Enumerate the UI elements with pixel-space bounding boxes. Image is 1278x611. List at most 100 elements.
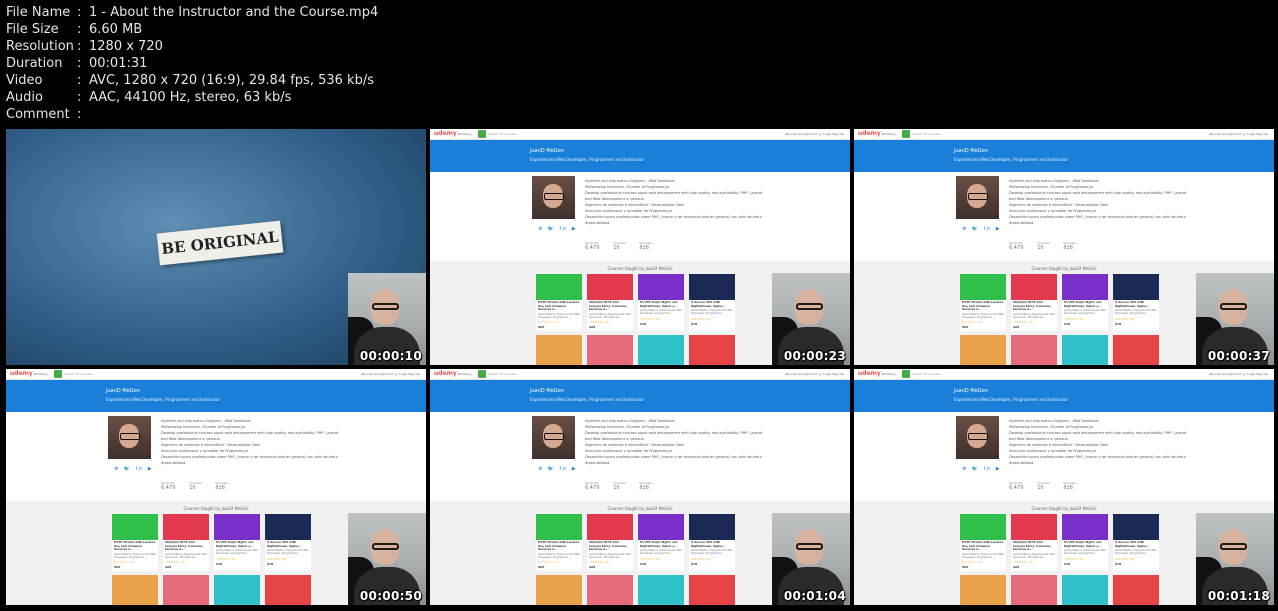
course-title: HTTP Clients with Laravel: Use and Consu… bbox=[538, 300, 580, 312]
meta-separator: : bbox=[77, 73, 82, 88]
course-cards: HTTP Clients with Laravel: Use and Consu… bbox=[960, 274, 1159, 331]
course-price: $65 bbox=[589, 325, 596, 330]
course-image bbox=[536, 514, 582, 540]
course-price: $65 bbox=[165, 565, 172, 570]
stat-value: 828 bbox=[1063, 485, 1073, 491]
course-author: JuanD MeGon, Experienced Web Developer, … bbox=[589, 312, 631, 319]
course-card-image[interactable] bbox=[1062, 575, 1108, 605]
course-card-image[interactable] bbox=[1011, 335, 1057, 365]
course-image bbox=[1062, 514, 1108, 540]
udemy-logo: udemy bbox=[434, 130, 457, 137]
course-card[interactable]: HTTP Clients with Laravel: Use and Consu… bbox=[960, 514, 1006, 571]
thumbnail-6[interactable]: udemy Browse ▾ Search for Courses Become… bbox=[854, 369, 1274, 605]
meta-label: Resolution bbox=[6, 39, 74, 54]
instructor-name: JuanD MeGon bbox=[954, 388, 988, 394]
course-card[interactable]: HTTP Clients with Laravel: Use and Consu… bbox=[536, 274, 582, 331]
course-card-image[interactable] bbox=[536, 575, 582, 605]
course-card-image[interactable] bbox=[638, 335, 684, 365]
course-card-image[interactable] bbox=[112, 575, 158, 605]
course-author: JuanD MeGon, Experienced Web Developer, … bbox=[1115, 309, 1157, 316]
avatar bbox=[956, 416, 999, 459]
timestamp: 00:00:50 bbox=[359, 589, 422, 603]
course-card[interactable]: Ultimate HTTP and Laravel Story: Consume… bbox=[587, 274, 633, 331]
meta-label: Video bbox=[6, 73, 43, 88]
stat-value: 828 bbox=[639, 245, 649, 251]
thumbnail-3[interactable]: udemy Browse ▾ Search for Courses Become… bbox=[854, 129, 1274, 365]
meta-separator: : bbox=[77, 107, 82, 122]
course-card-image[interactable] bbox=[1062, 335, 1108, 365]
course-card[interactable]: Ultimate HTTP and Laravel Story: Consume… bbox=[1011, 514, 1057, 571]
meta-value: 1280 x 720 bbox=[89, 39, 163, 54]
course-card[interactable]: To VPS Super Nginx con DigitalOcean, Ngi… bbox=[214, 514, 260, 571]
course-card-image[interactable] bbox=[214, 575, 260, 605]
instructor-title: Experienced Web Developer, Programmer an… bbox=[530, 157, 644, 162]
course-title: To VPS Super Nginx con DigitalOcean, Ngi… bbox=[1064, 540, 1102, 548]
course-cards: HTTP Clients with Laravel: Use and Consu… bbox=[960, 514, 1159, 571]
course-card-image[interactable] bbox=[587, 575, 633, 605]
meta-label: File Size bbox=[6, 22, 59, 37]
course-price: $70 bbox=[691, 561, 698, 566]
thumbnail-2[interactable]: udemy Browse ▾ Search for Courses Become… bbox=[430, 129, 850, 365]
course-card[interactable]: To VPS Super Nginx con DigitalOcean, Ngi… bbox=[1062, 274, 1108, 331]
browse-menu: Browse ▾ bbox=[34, 372, 48, 376]
instructor-name: JuanD MeGon bbox=[530, 148, 564, 154]
course-card[interactable]: A Secure VPS with DigitalOcean, Nginx...… bbox=[689, 514, 735, 571]
site-header: udemy Browse ▾ Search for Courses Become… bbox=[854, 129, 1274, 140]
course-image bbox=[112, 514, 158, 540]
course-card[interactable]: To VPS Super Nginx con DigitalOcean, Ngi… bbox=[638, 274, 684, 331]
course-card-image[interactable] bbox=[1113, 335, 1159, 365]
course-card-image[interactable] bbox=[587, 335, 633, 365]
stat-value: 6,479 bbox=[585, 485, 600, 491]
course-image bbox=[960, 274, 1006, 300]
site-header: udemy Browse ▾ Search for Courses Become… bbox=[430, 369, 850, 380]
course-title: Ultimate HTTP and Laravel Story: Consume… bbox=[1013, 540, 1051, 552]
social-icons: ⊕ 🐦 in ▶ bbox=[114, 466, 154, 472]
course-card[interactable]: HTTP Clients with Laravel: Use and Consu… bbox=[960, 274, 1006, 331]
course-image bbox=[587, 514, 633, 540]
course-card-image[interactable] bbox=[689, 575, 735, 605]
thumbnail-5[interactable]: udemy Browse ▾ Search for Courses Become… bbox=[430, 369, 850, 605]
course-title: Ultimate HTTP and Laravel Story: Consume… bbox=[589, 300, 627, 312]
meta-separator: : bbox=[77, 22, 82, 37]
stat-value: 10 bbox=[1037, 485, 1044, 491]
course-cards-row2 bbox=[960, 335, 1159, 365]
course-author: JuanD MeGon, Experienced Web Developer, … bbox=[1115, 549, 1157, 556]
course-image bbox=[1062, 274, 1108, 300]
course-card-image[interactable] bbox=[163, 575, 209, 605]
avatar bbox=[532, 176, 575, 219]
course-card[interactable]: A Secure VPS with DigitalOcean, Nginx...… bbox=[265, 514, 311, 571]
search-icon bbox=[902, 370, 910, 378]
course-author: JuanD MeGon, Experienced Web Developer, … bbox=[165, 552, 207, 559]
course-title: HTTP Clients with Laravel: Use and Consu… bbox=[962, 540, 1004, 552]
instructor-stats: Students 6,479 Courses 10 Reviews 828 bbox=[161, 481, 228, 491]
course-cards-row2 bbox=[536, 575, 735, 605]
course-card-image[interactable] bbox=[960, 575, 1006, 605]
course-card-image[interactable] bbox=[638, 575, 684, 605]
course-title: A Secure VPS with DigitalOcean, Nginx... bbox=[691, 300, 726, 308]
course-card-image[interactable] bbox=[265, 575, 311, 605]
instructor-bio: Systems and Informatics Engineer - Web D… bbox=[585, 418, 845, 466]
course-card-image[interactable] bbox=[536, 335, 582, 365]
thumbnail-1[interactable]: BE ORIGINAL 00:00:10 bbox=[6, 129, 426, 365]
course-card[interactable]: A Secure VPS with DigitalOcean, Nginx...… bbox=[1113, 514, 1159, 571]
course-card[interactable]: To VPS Super Nginx con DigitalOcean, Ngi… bbox=[638, 514, 684, 571]
course-card[interactable]: To VPS Super Nginx con DigitalOcean, Ngi… bbox=[1062, 514, 1108, 571]
udemy-logo: udemy bbox=[10, 370, 33, 377]
course-title: A Secure VPS with DigitalOcean, Nginx... bbox=[267, 540, 302, 548]
course-card-image[interactable] bbox=[689, 335, 735, 365]
course-image bbox=[960, 514, 1006, 540]
course-card[interactable]: A Secure VPS with DigitalOcean, Nginx...… bbox=[689, 274, 735, 331]
course-title: Ultimate HTTP and Laravel Story: Consume… bbox=[165, 540, 203, 552]
course-card[interactable]: Ultimate HTTP and Laravel Story: Consume… bbox=[1011, 274, 1057, 331]
course-card[interactable]: Ultimate HTTP and Laravel Story: Consume… bbox=[587, 514, 633, 571]
meta-row-file-name: File Name:1 - About the Instructor and t… bbox=[6, 4, 378, 21]
stat-value: 828 bbox=[1063, 245, 1073, 251]
course-card[interactable]: Ultimate HTTP and Laravel Story: Consume… bbox=[163, 514, 209, 571]
course-card-image[interactable] bbox=[1113, 575, 1159, 605]
course-card[interactable]: HTTP Clients with Laravel: Use and Consu… bbox=[112, 514, 158, 571]
course-card[interactable]: A Secure VPS with DigitalOcean, Nginx...… bbox=[1113, 274, 1159, 331]
course-card[interactable]: HTTP Clients with Laravel: Use and Consu… bbox=[536, 514, 582, 571]
thumbnail-4[interactable]: udemy Browse ▾ Search for Courses Become… bbox=[6, 369, 426, 605]
course-card-image[interactable] bbox=[1011, 575, 1057, 605]
course-card-image[interactable] bbox=[960, 335, 1006, 365]
